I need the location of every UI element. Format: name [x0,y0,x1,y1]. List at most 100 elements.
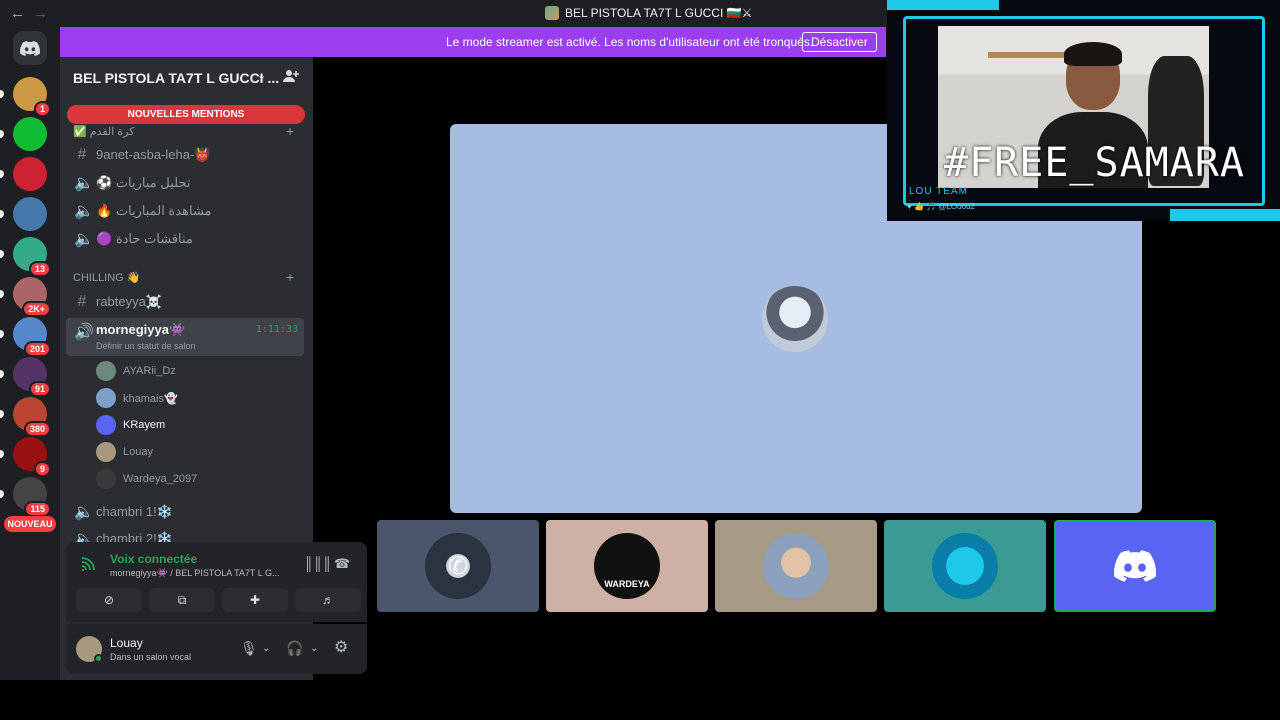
channel-sidebar: BEL PISTOLA TA7T L GUCCI ... ⌄ NOUVELLES… [60,57,367,680]
avatar [96,415,116,435]
new-mentions-pill[interactable]: NOUVELLES MENTIONS [67,105,305,124]
headphones-icon[interactable]: 🎧 [286,640,303,657]
phone-icon: ✆ [447,552,469,580]
server-icon[interactable]: 201 [0,317,51,357]
participant-tile[interactable]: ✆ [377,520,539,612]
camera-off-button[interactable]: ⊘ [76,588,142,612]
mention-badge: 380 [23,421,51,437]
server-icon[interactable]: 380 [0,397,51,437]
category-football[interactable]: ✅ كرة القدم [73,125,134,138]
speaker-icon: 🔈 [74,504,94,521]
avatar [96,442,116,462]
channel-voice[interactable]: 🔈 ⚽ تحليل مباريات [66,170,304,196]
unread-indicator [0,410,4,418]
voice-user[interactable]: Wardeya_2097 [96,469,197,489]
mention-badge: 1 [33,101,51,117]
server-name[interactable]: BEL PISTOLA TA7T L GUCCI ... [73,70,279,86]
speaker-icon: 🔊 [74,324,94,341]
voice-user[interactable]: Louay [96,442,153,462]
server-icon[interactable] [0,197,47,231]
hashtag-icon: # [77,146,87,163]
mention-badge: 115 [24,501,51,517]
microphone-icon[interactable]: 🎙 [240,640,258,657]
voice-user[interactable]: khamais👻 [96,388,178,408]
mention-badge: 9 [33,461,51,477]
unread-indicator [0,450,4,458]
avatar-label: WARDEYA [604,579,650,589]
channel-voice[interactable]: 🔈 🔥 مشاهدة المباريات [66,198,304,224]
server-icon [545,6,559,20]
set-status-link[interactable]: Définir un statut de salon [96,341,196,351]
chevron-down-icon[interactable]: ⌄ [262,643,270,654]
signal-icon[interactable] [80,556,98,572]
server-icon[interactable]: 1 [0,77,51,117]
soundboard-icon: ♬ [322,593,334,607]
server-icon[interactable] [0,117,47,151]
category-chilling[interactable]: CHILLING 👋 [73,271,141,284]
voice-user[interactable]: AYARii_Dz [96,361,176,381]
activities-button[interactable]: ✚ [222,588,288,612]
channel-text[interactable]: # rabteyya☠️ [66,289,304,315]
participant-tile[interactable]: WARDEYA [546,520,708,612]
user-status: Dans un salon vocal [110,652,192,662]
server-icon[interactable]: 91 [0,357,51,397]
webcam-overlay: #FREE_SAMARA LOU TEAM ♥ 👍 🎵 @LOoou2 [887,0,1280,221]
server-icon[interactable]: 2K+ [0,277,51,317]
unread-indicator [0,210,4,218]
chevron-down-icon[interactable]: ⌄ [257,69,266,82]
user-name[interactable]: Louay [110,636,143,650]
soundboard-button[interactable]: ♬ [295,588,361,612]
noise-suppression-icon[interactable]: ║║║ [304,556,332,571]
avatar: ✆ [425,533,491,599]
avatar [96,388,116,408]
server-icon[interactable]: 9 [0,437,51,477]
voice-user[interactable]: KRayem [96,415,165,435]
speaker-icon: 🔈 [74,231,94,248]
discord-logo-icon [20,40,40,56]
server-icon[interactable]: 13 [0,237,51,277]
channel-voice[interactable]: 🔈 chambri 1!❄️ [66,499,304,525]
mention-badge: 201 [23,341,51,357]
new-badge: NOUVEAU [4,516,56,532]
disable-streamer-button[interactable]: Désactiver [802,32,877,52]
channel-text[interactable]: # 9anet-asba-leha-👹 [66,142,304,168]
gear-icon[interactable]: ⚙ [334,637,348,657]
disconnect-icon[interactable]: ☎ [334,556,350,572]
server-icon[interactable]: 115 [0,477,51,517]
add-channel-icon[interactable]: + [286,123,294,139]
channel-voice-active[interactable]: 🔊 mornegiyya👾 1:11:33 Définir un statut … [66,318,304,356]
avatar [96,469,116,489]
user-panel: Louay Dans un salon vocal 🎙 ⌄ 🎧 ⌄ ⚙ [66,624,367,674]
participant-tile[interactable] [884,520,1046,612]
server-icon[interactable] [0,157,47,191]
mention-badge: 2K+ [22,301,51,317]
unread-indicator [0,250,4,258]
voice-timer: 1:11:33 [255,324,298,335]
streamer-mode-banner: Le mode streamer est activé. Les noms d'… [60,27,886,57]
unread-indicator [0,290,4,298]
avatar: WARDEYA [594,533,660,599]
discord-logo-icon [1114,550,1156,582]
server-list: 1 13 2K+ 201 91 380 9 115 NOUVEAU [0,27,60,680]
screen-share-button[interactable]: ⧉ [149,588,215,612]
voice-connection-panel: Voix connectée mornegiyya👾 / BEL PISTOLA… [66,542,367,622]
unread-indicator [0,90,4,98]
voice-connected-label: Voix connectée [110,552,198,566]
streamer-mode-text: Le mode streamer est activé. Les noms d'… [446,35,814,49]
unread-indicator [0,370,4,378]
voice-channel-link[interactable]: mornegiyya👾 / BEL PISTOLA TA7T L G... [110,568,279,579]
add-channel-icon[interactable]: + [286,269,294,285]
forward-arrow-icon[interactable]: → [33,5,48,22]
channel-voice[interactable]: 🔈 🟣 مناقشات حادة [66,226,304,252]
invite-people-icon[interactable] [283,68,299,89]
avatar [932,533,998,599]
unread-indicator [0,170,4,178]
participant-tile[interactable] [1054,520,1216,612]
unread-indicator [0,130,4,138]
back-arrow-icon[interactable]: ← [10,5,25,22]
avatar [96,361,116,381]
chevron-down-icon[interactable]: ⌄ [310,643,318,654]
discord-home-button[interactable] [13,31,47,65]
speaker-icon: 🔈 [74,203,94,220]
participant-tile[interactable] [715,520,877,612]
